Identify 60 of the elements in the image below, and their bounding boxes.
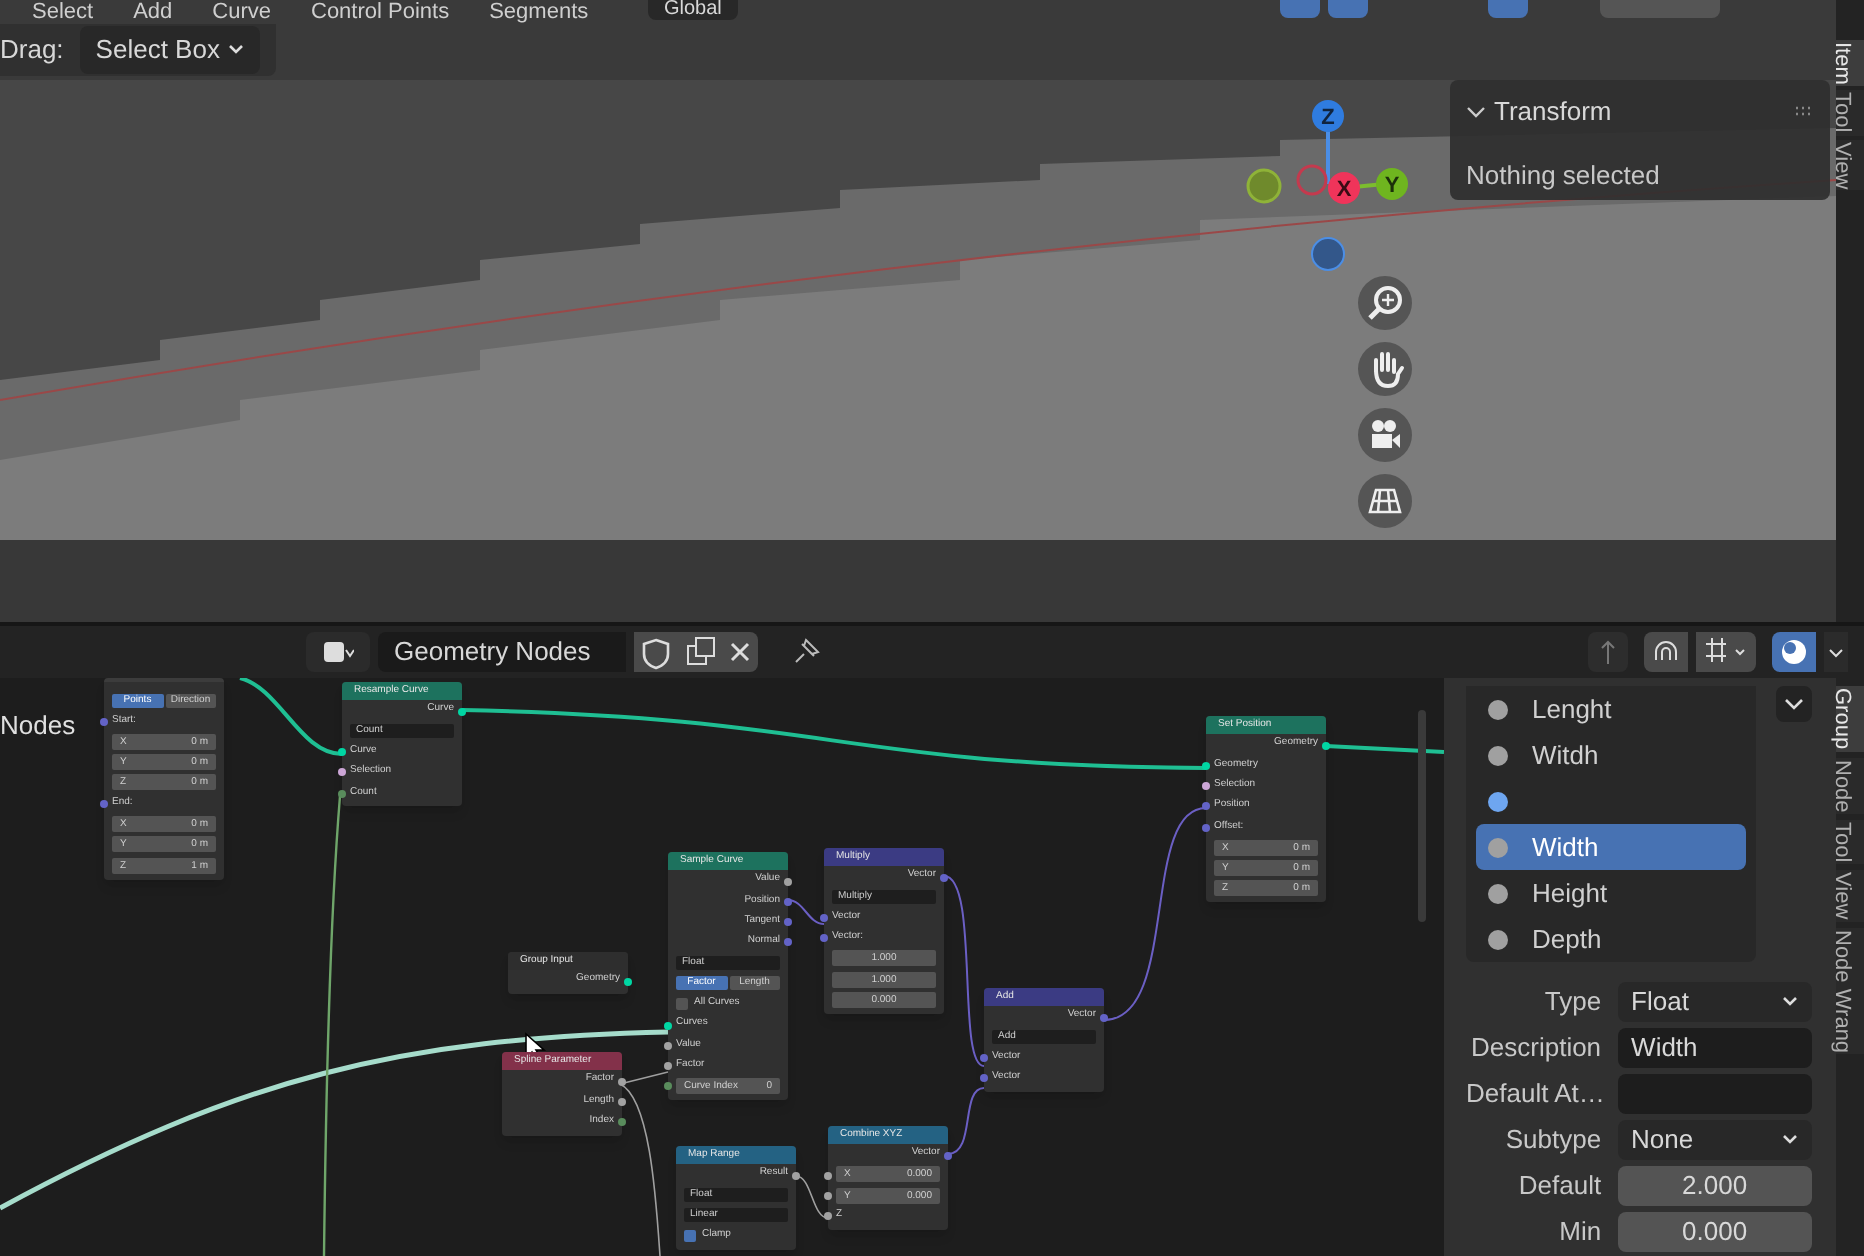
- property-label: Type: [1542, 984, 1602, 1021]
- geometry-wire: [239, 678, 343, 756]
- z-axis-button[interactable]: Z: [1312, 100, 1344, 132]
- region-label: Nodes: [0, 708, 76, 744]
- menu-item[interactable]: Control Points: [311, 0, 450, 29]
- menu-item[interactable]: Select: [32, 0, 94, 29]
- dropdown[interactable]: Float: [1617, 982, 1812, 1022]
- transform-header[interactable]: Transform: [1466, 92, 1612, 131]
- interface-item[interactable]: Lenght: [1476, 686, 1746, 732]
- dropdown[interactable]: None: [1617, 1120, 1812, 1160]
- sidebar-tab[interactable]: View: [1836, 870, 1864, 922]
- property-label: Min: [1557, 1214, 1602, 1251]
- number-field[interactable]: 0.000: [1617, 1212, 1812, 1252]
- select-box-dropdown[interactable]: Select Box: [79, 26, 260, 74]
- chevron-icon: [1782, 996, 1798, 1008]
- text-field[interactable]: Width: [1617, 1028, 1812, 1068]
- interface-item[interactable]: Witdh: [1476, 732, 1746, 778]
- checkbox[interactable]: [684, 1230, 696, 1243]
- sidebar-tab[interactable]: Item: [1836, 40, 1864, 87]
- property-label: Default: [1516, 1168, 1602, 1205]
- sidebar-tab[interactable]: Node Wrang: [1836, 927, 1864, 1055]
- editor-type-icon[interactable]: [306, 632, 370, 672]
- sidebar-tab[interactable]: Group: [1836, 686, 1864, 752]
- grid-snap-icon[interactable]: [1696, 632, 1756, 672]
- interface-item[interactable]: Width: [1476, 824, 1746, 870]
- chevron-icon: [227, 44, 244, 56]
- chevron-icon: [1782, 1134, 1798, 1146]
- menu-item[interactable]: Curve: [212, 0, 271, 29]
- chevron-icon: [1466, 103, 1486, 120]
- collapse-button[interactable]: [1776, 686, 1812, 722]
- sidebar-tab[interactable]: Tool: [1836, 90, 1864, 136]
- menu-item[interactable]: Add: [133, 0, 173, 29]
- property-label: Default At…: [1466, 1076, 1602, 1113]
- interface-item[interactable]: Depth: [1476, 916, 1746, 962]
- camera-icon[interactable]: [1358, 408, 1412, 462]
- sidebar-tab[interactable]: View: [1836, 139, 1864, 191]
- close-icon[interactable]: [722, 632, 758, 672]
- zoom-icon[interactable]: [1358, 276, 1412, 330]
- x-axis-button[interactable]: X: [1328, 172, 1360, 204]
- property-label: Description: [1469, 1030, 1602, 1067]
- node-tree-name-field[interactable]: Geometry Nodes: [378, 632, 626, 672]
- shield-icon[interactable]: [634, 632, 678, 672]
- hand-icon[interactable]: [1358, 342, 1412, 396]
- property-label: Subtype: [1503, 1122, 1602, 1159]
- menu-item[interactable]: Segments: [489, 0, 589, 29]
- drag-handle-icon[interactable]: [1794, 105, 1814, 118]
- sidebar-tab[interactable]: Tool: [1836, 819, 1864, 865]
- checkbox[interactable]: [676, 997, 688, 1010]
- y-axis-button[interactable]: Y: [1376, 168, 1408, 200]
- orientation-dropdown[interactable]: Global: [648, 0, 738, 20]
- sidebar-tab[interactable]: Node: [1836, 757, 1864, 814]
- number-field[interactable]: 2.000: [1617, 1166, 1812, 1206]
- drag-label: Drag:: [0, 32, 64, 69]
- geometry-wire: [1325, 744, 1444, 754]
- status-text: Nothing selected: [1466, 157, 1662, 194]
- chevron-icon: [1784, 696, 1804, 712]
- caret-icon[interactable]: [1824, 632, 1848, 672]
- grid-icon[interactable]: [1358, 474, 1412, 528]
- interface-item[interactable]: Height: [1476, 870, 1746, 916]
- float-wire: [795, 1175, 829, 1219]
